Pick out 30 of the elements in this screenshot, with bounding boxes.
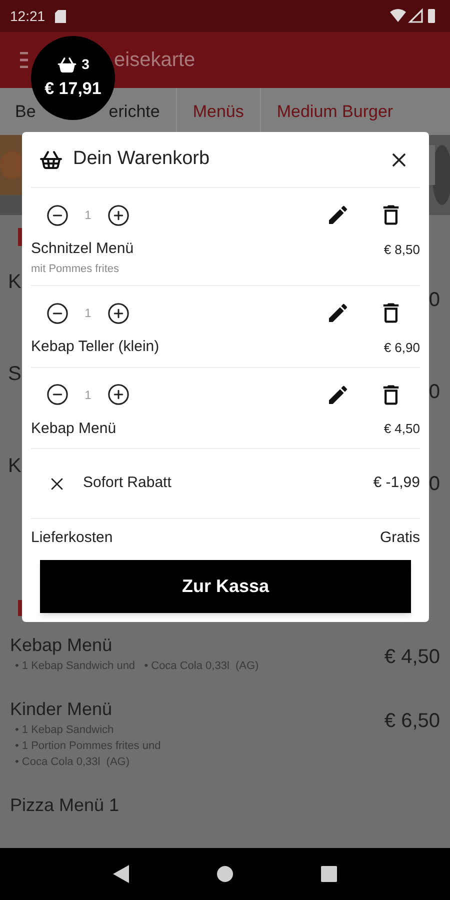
dialog-title: Dein Warenkorb [73, 147, 210, 172]
dish-price: € 6,50 [384, 709, 440, 734]
item-name: Kebap Menü [31, 418, 116, 438]
discount-label: Sofort Rabatt [83, 473, 172, 494]
price-fragment: 0 [428, 380, 441, 405]
app-title: eisekarte [114, 48, 196, 73]
item-name: Schnitzel Menü [31, 239, 134, 259]
delivery-label: Lieferkosten [31, 528, 113, 548]
price-fragment: 0 [428, 472, 441, 497]
item-price: € 6,90 [384, 338, 420, 356]
cart-total: € 17,91 [44, 78, 102, 100]
item-note: mit Pommes frites [31, 262, 120, 276]
delivery-value: Gratis [380, 528, 420, 548]
dish-name-fragment: K [7, 270, 22, 295]
item-price: € 4,50 [384, 420, 420, 438]
dish-name-fragment: S [7, 362, 22, 387]
quantity: 1 [84, 207, 92, 224]
dish-name: Pizza Menü 1 [10, 794, 120, 817]
dish-price: € 4,50 [384, 645, 440, 670]
item-price: € 8,50 [384, 240, 420, 258]
cart-count: 3 [82, 55, 90, 74]
item-name: Kebap Teller (klein) [31, 337, 160, 357]
dish-name: Kinder Menü [10, 698, 114, 721]
price-fragment: 0 [428, 288, 441, 313]
quantity: 1 [84, 386, 92, 404]
dish-name-fragment: K [7, 454, 22, 479]
discount-amount: € -1,99 [373, 473, 420, 494]
quantity: 1 [84, 305, 92, 322]
status-time: 12:21 [10, 6, 46, 26]
dish-name: Kebap Menü [10, 634, 114, 657]
